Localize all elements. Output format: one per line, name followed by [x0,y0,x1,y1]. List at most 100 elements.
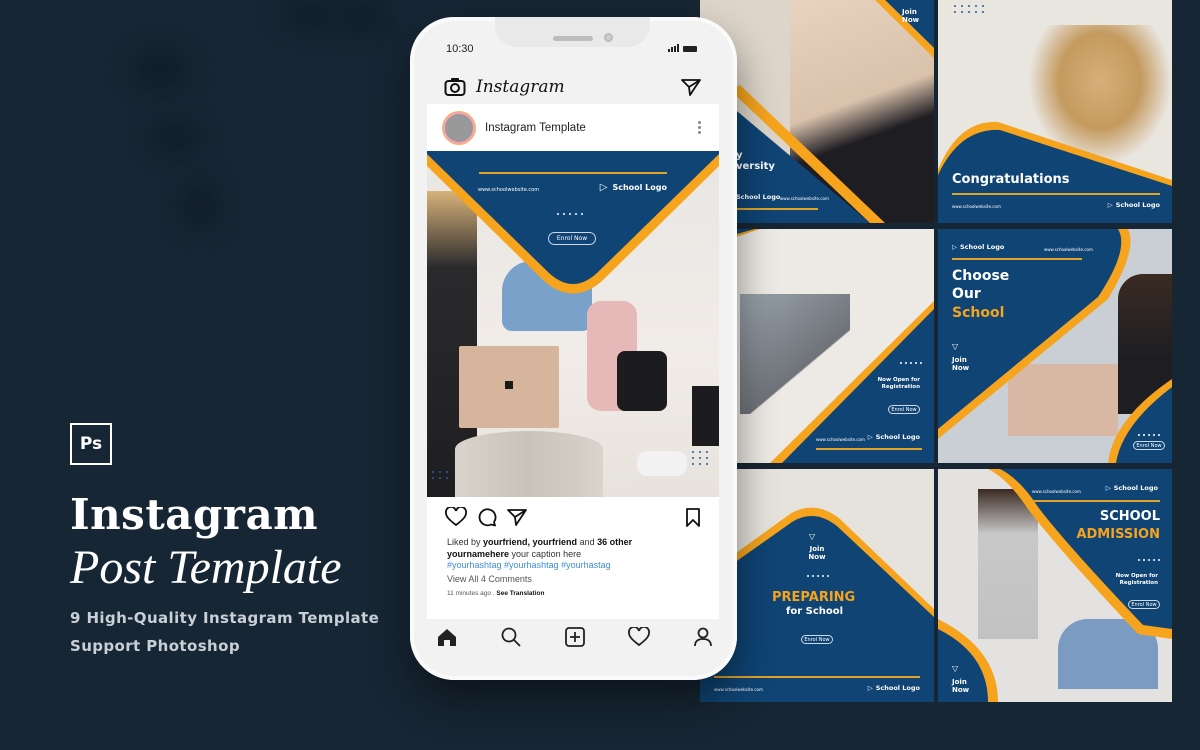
website-text: www.schoolwebsite.com [478,187,540,193]
join-now-text: Join Now [902,8,920,24]
phone-speaker [553,36,593,41]
tile-headline-accent: PREPARING [772,590,856,605]
join-now-text: Join Now [808,545,826,561]
enrol-now-button[interactable]: Enrol Now [801,635,833,644]
triangle-icon: ▽ [952,342,959,351]
tile-headline-accent: ADMISSION [1076,527,1160,542]
avatar[interactable] [445,113,473,142]
background-foliage [150,120,200,155]
school-logo: ▷ School Logo [1105,484,1158,492]
phone-notch [495,17,650,47]
tile-headline: Choose [952,268,1010,284]
play-logo-icon: ▷ [867,433,873,441]
post-caption: Liked by yourfriend, yourfriend and 36 o… [427,527,719,600]
play-logo-icon: ▷ [867,684,873,692]
background-foliage [130,50,190,90]
battery-icon [683,46,697,52]
caption-line: yournamehere your caption here [447,548,582,559]
like-icon[interactable] [445,507,467,527]
play-logo-icon: ▷ [599,182,608,193]
triangle-icon: ▽ [809,532,816,541]
divider-line [736,208,818,210]
school-logo: ▷ School Logo [867,684,920,692]
navy-curve-shape [938,121,1172,223]
instagram-header: Instagram [444,72,701,102]
view-comments-link[interactable]: View All 4 Comments [447,574,699,586]
join-now-text: Join Now [952,356,970,372]
tile-headline: for School [786,606,844,617]
background-foliage [180,180,220,230]
comment-icon[interactable] [477,507,497,527]
play-logo-icon: ▷ [952,243,957,251]
website-text: www.schoolwebsite.com [952,204,1001,209]
dot-pattern [692,451,709,465]
add-post-icon[interactable] [564,627,585,647]
enrol-now-button[interactable]: Enrol Now [1128,600,1160,609]
tile-headline-accent: School [952,305,1005,321]
template-tile-choose-school[interactable]: ▷ School Logo www.schoolwebsite.com Choos… [938,229,1172,463]
photoshop-badge: Ps [70,423,112,465]
website-text: www.schoolwebsite.com [816,437,865,442]
triangle-icon: ▽ [952,664,959,673]
post-actions [427,497,719,527]
dots-decoration [557,213,583,215]
dot-pattern [432,471,449,479]
background-foliage [280,0,340,30]
dots-decoration [1138,434,1160,436]
navy-v-shape [427,151,719,294]
school-logo: ▷ School Logo [599,182,667,193]
status-time: 10:30 [446,43,474,55]
likes-line: Liked by yourfriend, yourfriend and 36 o… [447,537,633,547]
dots-decoration [807,575,829,577]
template-tile-admission[interactable]: www.schoolwebsite.com ▷ School Logo SCHOO… [938,469,1172,702]
website-text: www.schoolwebsite.com [714,687,763,692]
background-foliage [340,0,390,35]
hashtags[interactable]: #yourhashtag #yourhashtag #yourhastag [447,560,699,572]
enrol-now-button[interactable]: Enrol Now [548,232,596,245]
status-icons [668,44,697,52]
share-icon[interactable] [507,508,527,526]
home-icon[interactable] [437,628,457,647]
template-tile-congratulations[interactable]: Congratulations www.schoolwebsite.com ▷ S… [938,0,1172,223]
divider-line [714,676,920,678]
school-logo: ▷ School Logo [867,433,920,441]
post-timestamp: 11 minutes ago . See Translation [447,590,545,597]
school-logo: ▷ School Logo [1107,201,1160,209]
divider-line [952,193,1160,195]
bookmark-icon[interactable] [685,507,701,527]
phone-mockup: 10:30 Instagram Instagram Template www.s… [410,17,737,680]
enrol-now-button[interactable]: Enrol Now [1133,441,1165,450]
hero-subtitle: Post Template [70,541,342,594]
divider-line [816,448,922,450]
play-logo-icon: ▷ [1107,201,1113,209]
see-translation-link[interactable]: See Translation [496,590,544,597]
open-registration-text: Now Open for Registration [1115,573,1158,586]
feature-line: 9 High-Quality Instagram Template [70,609,380,627]
search-icon[interactable] [501,627,521,647]
divider-line [1032,500,1160,502]
open-registration-text: Now Open for Registration [877,377,920,390]
website-text: www.schoolwebsite.com [1032,489,1081,494]
instagram-logo: Instagram [476,77,565,97]
profile-icon[interactable] [694,627,712,647]
instagram-post: Instagram Template www.schoolwebsite.com… [427,104,719,619]
more-options-icon[interactable] [698,121,701,134]
tile-headline: versity [736,161,775,172]
navy-diagonal-shape [938,229,1172,463]
play-logo-icon: ▷ [1105,484,1111,492]
front-camera [604,33,613,42]
divider-line [952,258,1082,260]
post-header: Instagram Template [427,104,719,151]
direct-message-icon[interactable] [681,78,701,96]
camera-icon[interactable] [444,77,466,97]
heart-icon[interactable] [628,627,651,647]
website-text: www.schoolwebsite.com [780,196,829,201]
school-logo: School Logo [736,193,781,201]
hero-title: Instagram [70,490,319,539]
join-now-text: Join Now [952,678,970,694]
post-username[interactable]: Instagram Template [485,122,586,134]
enrol-now-button[interactable]: Enrol Now [888,405,920,414]
post-image[interactable]: www.schoolwebsite.com ▷ School Logo Enrol… [427,151,719,497]
divider-line [479,172,667,174]
tile-headline: Our [952,286,981,302]
